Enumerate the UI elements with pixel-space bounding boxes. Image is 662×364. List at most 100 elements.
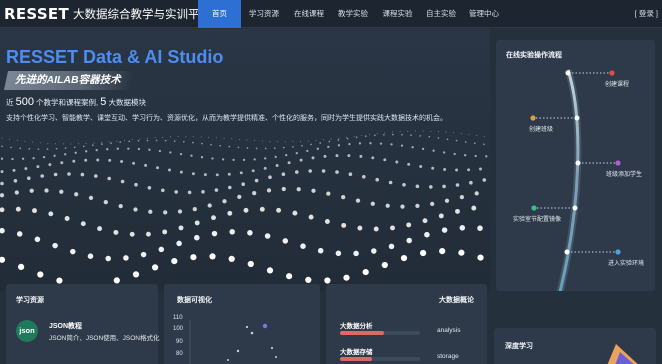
wave-particle	[158, 246, 165, 253]
wave-particle	[10, 146, 12, 149]
wave-particle	[243, 207, 249, 213]
nav-item-online-courses[interactable]: 在线课程	[287, 0, 331, 28]
wave-particle	[420, 249, 427, 257]
wave-particle	[476, 134, 478, 136]
data-visualization-card[interactable]: 数据可视化 110 100 90 80	[164, 284, 320, 364]
wave-particle	[392, 131, 393, 133]
wave-particle	[28, 147, 31, 150]
wave-particle	[411, 146, 414, 149]
wave-particle	[308, 169, 313, 173]
wave-particle	[400, 204, 405, 209]
wave-particle	[295, 170, 299, 174]
wave-particle	[70, 143, 72, 145]
wave-particle	[190, 154, 193, 157]
wave-particle	[390, 225, 395, 231]
wave-particle	[85, 143, 87, 144]
deep-learning-graphic	[607, 344, 638, 364]
wave-particle	[124, 139, 125, 141]
wave-particle	[400, 255, 408, 262]
wave-particle	[119, 141, 122, 143]
learning-resources-title: 学习资源	[16, 297, 44, 304]
wave-particle	[255, 147, 258, 150]
wave-particle	[369, 133, 370, 135]
wave-particle	[464, 141, 467, 143]
nav-item-course-experiments[interactable]: 课程实验	[375, 0, 420, 28]
wave-particle	[346, 137, 349, 140]
deep-learning-card[interactable]: 深度学习	[494, 328, 656, 364]
wave-particle	[286, 273, 293, 280]
wave-particle	[145, 231, 151, 237]
storage-progress-track	[340, 357, 420, 361]
wave-particle	[259, 206, 265, 212]
wave-particle	[315, 140, 317, 141]
wave-particle	[59, 189, 64, 194]
wave-particle	[383, 133, 385, 136]
nav-item-home[interactable]: 首页	[198, 0, 241, 28]
wave-particle	[399, 131, 401, 132]
wave-particle	[162, 136, 164, 138]
wave-particle	[120, 160, 124, 163]
wave-particle	[469, 180, 473, 185]
wave-particle	[379, 142, 383, 145]
nav-item-learning-resources[interactable]: 学习资源	[241, 0, 287, 28]
wave-particle	[53, 172, 58, 177]
nav-item-teaching-experiments[interactable]: 教学实验	[331, 0, 375, 28]
wave-particle	[148, 148, 151, 151]
login-link[interactable]: [ 登录 ]	[635, 0, 658, 28]
wave-particle	[276, 207, 282, 213]
wave-particle	[355, 198, 361, 203]
wave-particle	[264, 233, 271, 239]
json-tutorial-title[interactable]: JSON教程	[49, 321, 82, 331]
wave-particle	[132, 271, 140, 278]
wave-particle	[24, 140, 26, 142]
wave-particle	[316, 147, 319, 150]
wave-particle	[401, 133, 403, 136]
wave-particle	[231, 138, 233, 140]
wave-particle	[110, 142, 112, 144]
wave-particle	[82, 145, 85, 148]
wave-particle	[178, 225, 184, 231]
wave-particle	[176, 240, 182, 247]
wave-particle	[113, 229, 119, 235]
wave-particle	[292, 210, 298, 216]
modules-text: 大数据模块	[108, 98, 146, 107]
wave-particle	[402, 183, 406, 187]
wave-particle	[446, 138, 449, 141]
wave-particle	[78, 143, 80, 145]
wave-particle	[211, 157, 214, 160]
nav-item-self-experiments[interactable]: 自主实验	[420, 0, 462, 28]
json-icon: json	[16, 320, 38, 342]
wave-particle	[373, 226, 379, 232]
wave-particle	[155, 139, 158, 142]
wave-particle	[162, 229, 168, 235]
wave-particle	[14, 190, 19, 195]
wave-particle	[64, 216, 70, 221]
wave-particle	[129, 231, 135, 237]
wave-particle	[277, 141, 279, 143]
wave-particle	[116, 147, 119, 150]
wave-particle	[323, 154, 327, 158]
wave-particle	[385, 203, 390, 208]
wave-particle	[200, 136, 202, 138]
wave-particle	[338, 137, 340, 139]
wave-particle	[369, 142, 372, 145]
wave-particle	[27, 176, 31, 180]
nav-item-management-center[interactable]: 管理中心	[462, 0, 506, 28]
wave-particle	[321, 169, 326, 173]
step-connector-4	[531, 205, 578, 211]
experiment-process-panel: 在线实验操作流程 创建课程 创建班级 班级添加学生 实验室节配置镜像 进入实验环…	[496, 40, 655, 291]
wave-particle	[72, 159, 76, 163]
brand[interactable]: RESSET 大数据综合教学与实训平台	[4, 4, 211, 24]
big-data-intro-card[interactable]: 大数据概论 大数据分析 analysis 大数据存储 storage	[326, 284, 487, 364]
wave-particle	[337, 144, 341, 147]
wave-particle	[335, 250, 342, 257]
wave-particle	[201, 190, 205, 194]
wave-particle	[194, 234, 200, 241]
wave-particle	[1, 137, 3, 139]
wave-particle	[429, 185, 433, 189]
wave-particle	[21, 157, 25, 160]
wave-particle	[347, 154, 351, 158]
wave-particle	[19, 147, 22, 150]
step-label-enter-environment: 进入实验环境	[608, 261, 645, 267]
wave-particle	[453, 132, 455, 134]
